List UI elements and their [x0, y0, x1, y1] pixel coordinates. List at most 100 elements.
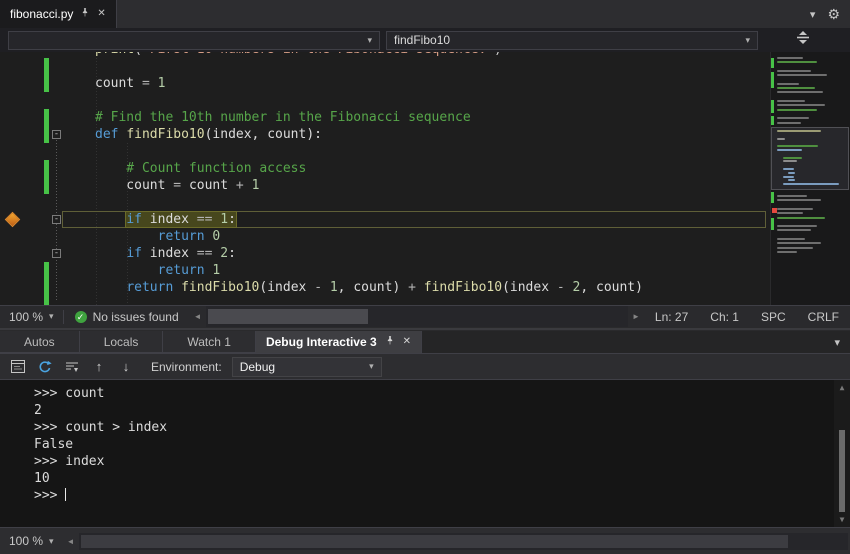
code-token: findFibo10 [424, 280, 502, 295]
code-token [95, 263, 158, 278]
code-line[interactable] [0, 92, 769, 109]
members-dropdown[interactable]: findFibo10 ▾ [386, 31, 758, 50]
zoom-level-dropdown[interactable]: 100 % ▾ [0, 306, 63, 327]
code-token: ( [134, 52, 142, 57]
repl-hscroll-thumb[interactable] [81, 535, 789, 548]
tab-watch-1[interactable]: Watch 1 [163, 331, 256, 353]
minimap-code-line [777, 229, 811, 231]
fold-collapse-button[interactable]: - [52, 249, 61, 258]
repl-output-line[interactable]: >>> count > index [34, 419, 830, 436]
tab-autos[interactable]: Autos [0, 331, 80, 353]
minimap-change-mark [771, 100, 774, 113]
types-dropdown[interactable]: ▾ [8, 31, 380, 50]
minimap-code-line [777, 217, 825, 219]
settings-gear-icon[interactable]: ⚙ [827, 6, 840, 23]
code-area[interactable]: print("First 10 numbers in the Fibonacci… [0, 52, 769, 305]
code-token: == [197, 212, 220, 227]
minimap-change-mark [771, 58, 774, 68]
split-editor-icon[interactable] [796, 31, 810, 49]
scroll-up-arrow-icon[interactable]: ▲ [834, 381, 850, 394]
code-line[interactable]: # Count function access [0, 160, 769, 177]
minimap-code-line [777, 109, 817, 111]
interactive-window-icon[interactable] [6, 356, 30, 377]
code-line[interactable] [0, 143, 769, 160]
tab-list-chevron-icon[interactable]: ▾ [810, 8, 816, 21]
code-token: = [173, 178, 189, 193]
panel-tab-chevron-icon[interactable]: ▾ [834, 331, 850, 353]
code-token: 1 [220, 212, 228, 227]
repl-output-line[interactable]: >>> index [34, 453, 830, 470]
code-token: (index [259, 280, 314, 295]
code-line[interactable]: return 1 [0, 262, 769, 279]
interactive-repl[interactable]: >>> count2>>> count > indexFalse>>> inde… [0, 379, 850, 527]
tab-fibonacci-py[interactable]: fibonacci.py ✕ [0, 0, 117, 28]
tab-locals[interactable]: Locals [80, 331, 164, 353]
scroll-left-arrow-icon[interactable]: ◄ [190, 312, 206, 321]
repl-output-line[interactable]: False [34, 436, 830, 453]
vscroll-thumb[interactable] [839, 430, 845, 512]
minimap-code-line [777, 138, 785, 140]
code-token: == [197, 246, 220, 261]
code-line[interactable]: if index == 2: [0, 245, 769, 262]
code-editor: print("First 10 numbers in the Fibonacci… [0, 52, 850, 305]
code-line[interactable]: return 0 [0, 228, 769, 245]
code-token: - [557, 280, 573, 295]
code-token: print [95, 52, 134, 57]
code-token: : [228, 212, 236, 227]
minimap-code-line [777, 61, 817, 63]
history-previous-icon[interactable]: ↑ [87, 356, 111, 377]
hscroll-track[interactable] [206, 306, 628, 327]
code-line[interactable]: # Find the 10th number in the Fibonacci … [0, 109, 769, 126]
code-line[interactable] [0, 58, 769, 75]
repl-hscroll-track[interactable] [79, 533, 848, 550]
line-ending-indicator[interactable]: CRLF [797, 310, 850, 324]
code-line[interactable]: count = count + 1 [0, 177, 769, 194]
code-line[interactable]: count = 1 [0, 75, 769, 92]
fold-collapse-button[interactable]: - [52, 215, 61, 224]
environment-dropdown[interactable]: Debug ▾ [232, 357, 382, 377]
pin-icon[interactable] [80, 7, 90, 21]
clear-screen-icon[interactable] [60, 356, 84, 377]
scroll-down-arrow-icon[interactable]: ▼ [834, 513, 850, 526]
repl-output-line[interactable]: 2 [34, 402, 830, 419]
document-health[interactable]: ✓ No issues found [64, 310, 190, 324]
code-line[interactable] [0, 194, 769, 211]
hscroll-thumb[interactable] [208, 309, 368, 324]
scroll-right-arrow-icon[interactable]: ► [628, 312, 644, 321]
change-indicator [44, 160, 49, 177]
code-line[interactable] [0, 296, 769, 305]
change-indicator [44, 177, 49, 194]
minimap-code-line [777, 149, 802, 151]
code-token: "First 10 numbers in the Fibonacci seque… [142, 52, 494, 57]
repl-input-line[interactable]: >>> [34, 487, 830, 504]
code-line[interactable]: def findFibo10(index, count): [0, 126, 769, 143]
editor-horizontal-scrollbar[interactable]: ◄ ► [190, 306, 644, 327]
reset-repl-icon[interactable] [33, 356, 57, 377]
minimap-code-line [777, 83, 799, 85]
panel-statusbar: 100 % ▾ ◄ [0, 527, 850, 554]
code-token: 0 [212, 229, 220, 244]
fold-collapse-button[interactable]: - [52, 130, 61, 139]
repl-vertical-scrollbar[interactable]: ▲ ▼ [834, 380, 850, 527]
close-tab-icon[interactable]: ✕ [97, 9, 105, 19]
environment-value: Debug [240, 360, 275, 374]
close-tab-icon[interactable]: ✕ [403, 337, 411, 347]
tab-debug-interactive-3[interactable]: Debug Interactive 3 ✕ [256, 331, 422, 353]
tab-label: Locals [104, 335, 139, 349]
change-indicator [44, 58, 49, 75]
repl-output-line[interactable]: 10 [34, 470, 830, 487]
pin-icon[interactable] [385, 335, 395, 349]
code-line[interactable]: if index == 1: [0, 211, 769, 228]
repl-output-line[interactable]: >>> count [34, 385, 830, 402]
code-token: findFibo10 [181, 280, 259, 295]
code-token: , count) [338, 280, 408, 295]
code-token [95, 280, 126, 295]
spaces-indicator[interactable]: SPC [750, 310, 797, 324]
minimap-scrollbar[interactable] [770, 52, 850, 305]
code-token: # Count function access [95, 161, 306, 176]
scroll-left-arrow-icon[interactable]: ◄ [63, 537, 79, 546]
history-next-icon[interactable]: ↓ [114, 356, 138, 377]
code-token: + [408, 280, 424, 295]
code-line[interactable]: return findFibo10(index - 1, count) + fi… [0, 279, 769, 296]
repl-zoom-dropdown[interactable]: 100 % ▾ [0, 528, 63, 554]
